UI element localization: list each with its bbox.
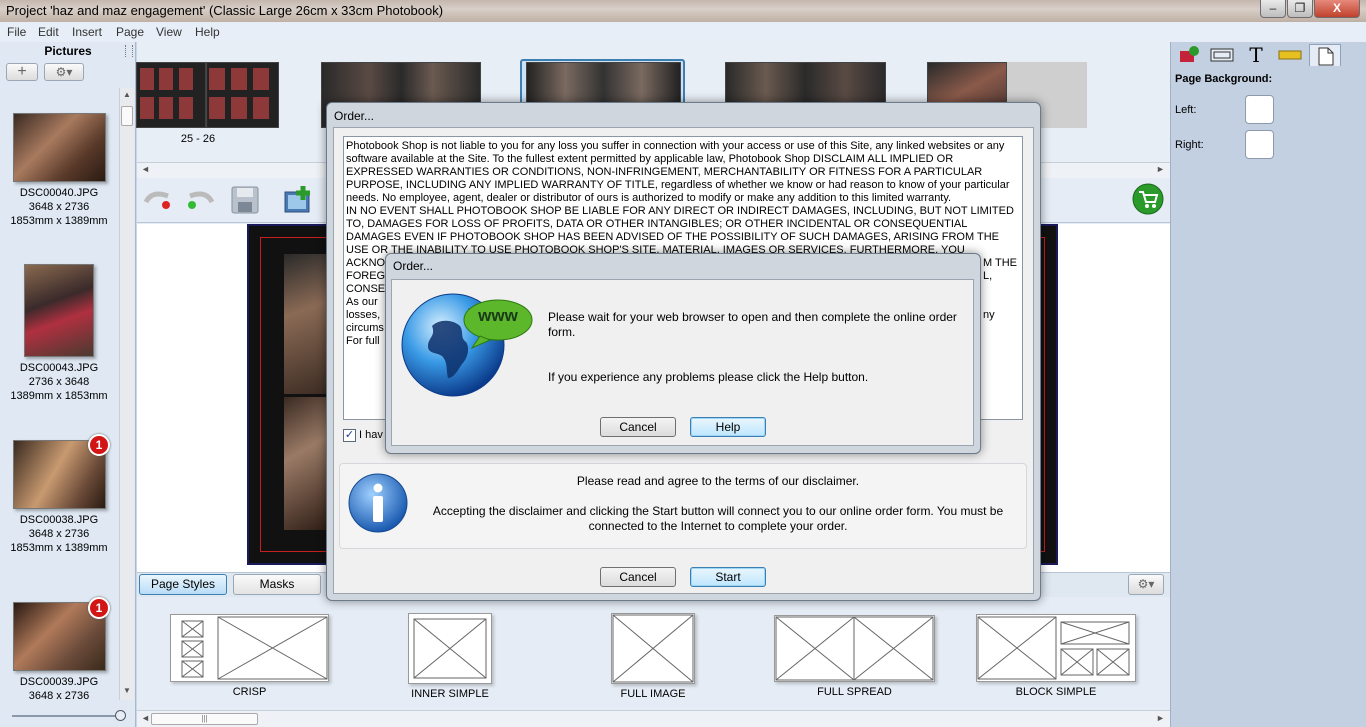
disclaimer-fragment: As our — [346, 296, 378, 308]
help-button[interactable]: Help — [690, 417, 766, 437]
usage-badge: 1 — [88, 597, 110, 619]
wait-cancel-button[interactable]: Cancel — [600, 417, 676, 437]
picture-pixels: 3648 x 2736 — [28, 690, 90, 702]
agree-checkbox[interactable]: ✓ — [343, 429, 356, 442]
menu-page[interactable]: Page — [116, 25, 144, 39]
menu-view[interactable]: View — [156, 25, 182, 39]
disclaimer-fragment: M THE — [983, 257, 1018, 269]
tab-page-styles[interactable]: Page Styles — [139, 574, 227, 595]
text-tab[interactable]: T — [1240, 44, 1272, 66]
layout-full-image[interactable] — [611, 613, 695, 684]
menu-bar: File Edit Insert Page View Help — [0, 22, 1366, 42]
picture-thumbnail[interactable] — [24, 264, 94, 357]
maximize-button[interactable]: ❐ — [1287, 0, 1313, 18]
scroll-right-icon[interactable]: ► — [1156, 164, 1165, 174]
info-icon — [347, 472, 409, 534]
disclaimer-fragment: circums — [346, 322, 384, 334]
save-icon[interactable] — [231, 186, 259, 214]
layout-label: BLOCK SIMPLE — [1015, 686, 1097, 698]
layout-block-simple[interactable] — [976, 614, 1136, 682]
pictures-heading: Pictures — [44, 44, 92, 58]
spread-thumbnail[interactable] — [136, 62, 279, 128]
agree-checkbox-label: I hav — [359, 429, 383, 441]
layouts-scrollbar[interactable]: ◄ ||| ► — [137, 710, 1170, 727]
pictures-gear-button[interactable]: ⚙▾ — [44, 63, 84, 81]
right-background-swatch[interactable] — [1245, 130, 1274, 159]
menu-insert[interactable]: Insert — [72, 25, 102, 39]
order-cancel-button[interactable]: Cancel — [600, 567, 676, 587]
layout-label: FULL SPREAD — [817, 686, 892, 698]
shapes-tab[interactable] — [1173, 44, 1205, 66]
layout-full-spread[interactable] — [774, 615, 935, 682]
picture-pixels: 3648 x 2736 — [28, 528, 90, 540]
menu-edit[interactable]: Edit — [38, 25, 59, 39]
redo-icon[interactable] — [184, 186, 216, 212]
scroll-down-icon[interactable]: ▼ — [123, 686, 131, 695]
scroll-up-icon[interactable]: ▲ — [123, 90, 131, 99]
layout-inner-simple[interactable] — [408, 613, 492, 684]
page-range-label: 25 - 26 — [180, 133, 216, 145]
layouts-gear-button[interactable]: ⚙▾ — [1128, 574, 1164, 595]
add-page-icon[interactable] — [283, 184, 315, 214]
layout-crisp[interactable] — [170, 614, 329, 682]
undo-icon[interactable] — [142, 186, 174, 212]
picture-pixels: 3648 x 2736 — [28, 201, 90, 213]
disclaimer-fragment: FOREG — [346, 270, 386, 282]
picture-pixels: 2736 x 3648 — [28, 376, 90, 388]
scroll-thumb[interactable]: ||| — [151, 713, 258, 725]
layout-label: FULL IMAGE — [620, 688, 686, 700]
picture-size: 1853mm x 1389mm — [10, 542, 108, 554]
frame-tab[interactable] — [1206, 44, 1238, 66]
scroll-left-icon[interactable]: ◄ — [141, 164, 150, 174]
panel-grip-icon[interactable] — [125, 45, 133, 57]
slider-handle[interactable] — [115, 710, 126, 721]
thumbnail-size-slider[interactable] — [12, 715, 124, 717]
picture-name: DSC00040.JPG — [19, 187, 99, 199]
menu-file[interactable]: File — [7, 25, 26, 39]
window-title: Project 'haz and maz engagement' (Classi… — [6, 3, 444, 18]
right-background-label: Right: — [1175, 139, 1204, 151]
disclaimer-fragment: ny — [983, 309, 995, 321]
title-bar: Project 'haz and maz engagement' (Classi… — [0, 0, 1366, 22]
scroll-thumb[interactable] — [121, 106, 133, 126]
menu-help[interactable]: Help — [195, 25, 220, 39]
info-heading: Please read and agree to the terms of ou… — [576, 474, 860, 488]
www-label: www — [478, 306, 518, 325]
scroll-left-icon[interactable]: ◄ — [141, 713, 150, 723]
order-dialog-title: Order... — [334, 109, 375, 123]
disclaimer-fragment: L, — [983, 270, 993, 282]
info-body: Accepting the disclaimer and clicking th… — [432, 504, 1004, 533]
picture-thumbnail[interactable] — [13, 113, 106, 182]
disclaimer-fragment: For full — [346, 335, 380, 347]
layout-label: CRISP — [232, 686, 267, 698]
disclaimer-text: Photobook Shop is not liable to you for … — [346, 140, 1014, 269]
close-button[interactable]: X — [1314, 0, 1360, 18]
add-picture-button[interactable]: + — [6, 63, 38, 81]
picture-name: DSC00043.JPG — [19, 362, 99, 374]
minimize-button[interactable]: – — [1260, 0, 1286, 18]
scroll-right-icon[interactable]: ► — [1156, 713, 1165, 723]
ruler-tab[interactable] — [1274, 44, 1306, 66]
wait-message: Please wait for your web browser to open… — [548, 310, 957, 339]
disclaimer-fragment: losses, — [346, 309, 381, 321]
wait-dialog-title: Order... — [393, 259, 434, 273]
tab-masks[interactable]: Masks — [233, 574, 321, 595]
picture-name: DSC00038.JPG — [19, 514, 99, 526]
picture-size: 1853mm x 1389mm — [10, 215, 108, 227]
left-background-swatch[interactable] — [1245, 95, 1274, 124]
picture-name: DSC00039.JPG — [19, 676, 99, 688]
usage-badge: 1 — [88, 434, 110, 456]
page-tab[interactable] — [1309, 44, 1341, 66]
layout-label: INNER SIMPLE — [411, 688, 489, 700]
picture-size: 1389mm x 1853mm — [10, 390, 108, 402]
help-message: If you experience any problems please cl… — [548, 370, 869, 384]
start-button[interactable]: Start — [690, 567, 766, 587]
left-background-label: Left: — [1175, 104, 1197, 116]
cart-icon[interactable] — [1132, 183, 1164, 215]
page-background-heading: Page Background: — [1175, 73, 1273, 85]
pictures-scrollbar[interactable]: ▲ ▼ — [119, 88, 134, 700]
